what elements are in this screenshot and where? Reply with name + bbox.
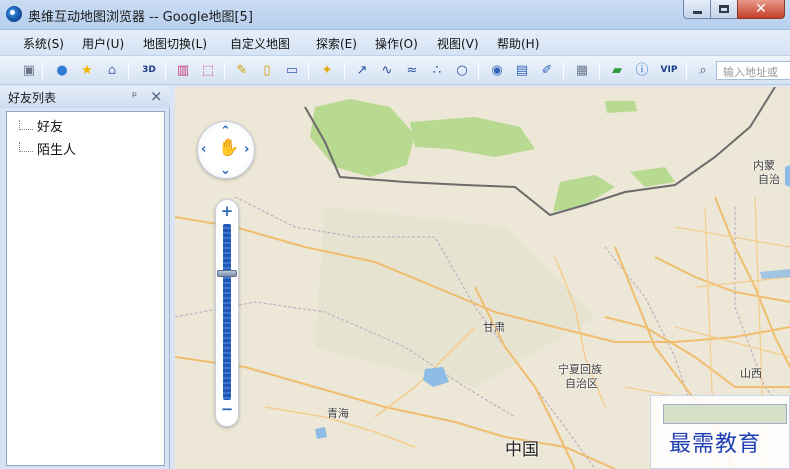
vip-button[interactable]: VIP	[658, 61, 680, 79]
map-label-shanxi: 山西	[740, 367, 762, 380]
map-canvas[interactable]: 内蒙 自治 甘肃 宁夏回族 自治区 山西 青海 中国 ⌃ ⌄ ‹ › ✋ + −…	[175, 87, 790, 469]
3d-view-button[interactable]: 3D	[138, 61, 160, 79]
toolbar-separator	[478, 62, 479, 79]
map-label-china: 中国	[505, 440, 539, 460]
overview-mini-map[interactable]	[663, 404, 787, 424]
toolbar: ▣ ● ★ ⌂ 3D ▥ ⬚ ✎ ▯ ▭ ✦ ↗ ∿ ≈ ∴ ○ ◉ ▤ ✐ ▦…	[0, 56, 790, 85]
window-title: 奥维互动地图浏览器 -- Google地图[5]	[28, 10, 253, 25]
pin-icon[interactable]: ᵖ	[132, 89, 137, 103]
map-label-inner-mongolia-suffix: 自治	[758, 173, 780, 186]
screen-icon[interactable]: ▭	[283, 61, 301, 79]
minimize-button[interactable]	[683, 0, 711, 19]
panel-title: 好友列表	[8, 91, 57, 105]
3d-label: 3D	[142, 64, 156, 75]
menu-user[interactable]: 用户(U)	[82, 35, 124, 52]
save-icon[interactable]: ▣	[20, 61, 38, 79]
menu-map-switch[interactable]: 地图切换(L)	[143, 35, 207, 52]
zoom-slider-track[interactable]	[223, 224, 231, 400]
tree-item-friends[interactable]: 好友	[37, 116, 63, 135]
lake	[315, 427, 327, 439]
edit-icon[interactable]: ✐	[538, 61, 556, 79]
green-region	[605, 101, 637, 113]
menu-bar: 系统(S) 用户(U) 地图切换(L) 自定义地图 探索(E) 操作(O) 视图…	[0, 30, 790, 56]
watermark-overlay: 最需教育	[650, 395, 790, 469]
globe-icon[interactable]: ◉	[488, 61, 506, 79]
pencil-icon[interactable]: ✎	[233, 61, 251, 79]
menu-custom-map[interactable]: 自定义地图	[230, 35, 290, 52]
delete-icon[interactable]: ▥	[174, 61, 192, 79]
toolbar-separator	[563, 62, 564, 79]
toolbar-separator	[165, 62, 166, 79]
close-button[interactable]: ✕	[737, 0, 785, 19]
vip-label: VIP	[660, 64, 678, 75]
toolbar-separator	[599, 62, 600, 79]
group-icon[interactable]: ⌂	[103, 61, 121, 79]
toolbar-separator	[42, 62, 43, 79]
toolbar-separator	[686, 62, 687, 79]
zoom-control: + −	[215, 199, 239, 427]
menu-explore[interactable]: 探索(E)	[316, 35, 357, 52]
toolbar-separator	[344, 62, 345, 79]
pan-left-icon[interactable]: ‹	[201, 143, 206, 156]
marker-icon[interactable]: ✦	[318, 61, 336, 79]
ruler-icon[interactable]: ▯	[258, 61, 276, 79]
toolbar-separator	[224, 62, 225, 79]
menu-view[interactable]: 视图(V)	[437, 35, 479, 52]
user-icon[interactable]: ●	[53, 61, 71, 79]
building-icon[interactable]: ▦	[573, 61, 591, 79]
image-icon[interactable]: ▤	[513, 61, 531, 79]
info-icon[interactable]: ⓘ	[633, 61, 651, 79]
search-icon[interactable]: ⌕	[694, 61, 712, 79]
select-box-icon[interactable]: ⬚	[199, 61, 217, 79]
parallel-line-icon[interactable]: ≈	[403, 61, 421, 79]
maximize-icon	[719, 5, 729, 13]
map-label-gansu: 甘肃	[483, 321, 505, 334]
curve-line-icon[interactable]: ∿	[378, 61, 396, 79]
circle-icon[interactable]: ○	[453, 61, 471, 79]
address-search-input[interactable]: 输入地址或	[716, 61, 790, 80]
watermark-text: 最需教育	[669, 432, 762, 457]
toolbar-separator	[308, 62, 309, 79]
favorite-star-icon[interactable]: ★	[78, 61, 96, 79]
app-logo-icon	[6, 6, 22, 22]
maximize-button[interactable]	[710, 0, 738, 19]
zoom-out-button[interactable]: −	[216, 400, 238, 418]
minimize-icon	[692, 10, 702, 14]
tree-connector	[19, 120, 33, 130]
pan-control[interactable]: ⌃ ⌄ ‹ › ✋	[197, 121, 255, 179]
friend-tree: 好友 陌生人	[6, 111, 165, 466]
pan-right-icon[interactable]: ›	[244, 143, 249, 156]
friend-list-panel: 好友列表 ᵖ × 好友 陌生人	[0, 86, 170, 469]
pan-down-icon[interactable]: ⌄	[220, 164, 231, 177]
zoom-slider-thumb[interactable]	[217, 269, 237, 277]
map-label-qinghai: 青海	[327, 407, 349, 420]
title-bar: 奥维互动地图浏览器 -- Google地图[5] ✕	[0, 0, 790, 30]
menu-help[interactable]: 帮助(H)	[497, 35, 539, 52]
close-icon: ✕	[755, 1, 767, 17]
map-label-ningxia-suffix: 自治区	[565, 377, 598, 390]
panel-header: 好友列表 ᵖ ×	[0, 86, 170, 108]
panel-close-icon[interactable]: ×	[150, 87, 163, 105]
tree-item-strangers[interactable]: 陌生人	[37, 139, 76, 158]
zoom-in-button[interactable]: +	[216, 202, 238, 220]
tree-connector	[19, 142, 33, 152]
points-icon[interactable]: ∴	[428, 61, 446, 79]
pan-up-icon[interactable]: ⌃	[220, 125, 231, 138]
toolbar-separator	[128, 62, 129, 79]
hand-icon: ✋	[218, 138, 240, 158]
menu-system[interactable]: 系统(S)	[23, 35, 64, 52]
menu-operation[interactable]: 操作(O)	[375, 35, 418, 52]
track-line-icon[interactable]: ↗	[353, 61, 371, 79]
chat-icon[interactable]: ▰	[608, 61, 626, 79]
